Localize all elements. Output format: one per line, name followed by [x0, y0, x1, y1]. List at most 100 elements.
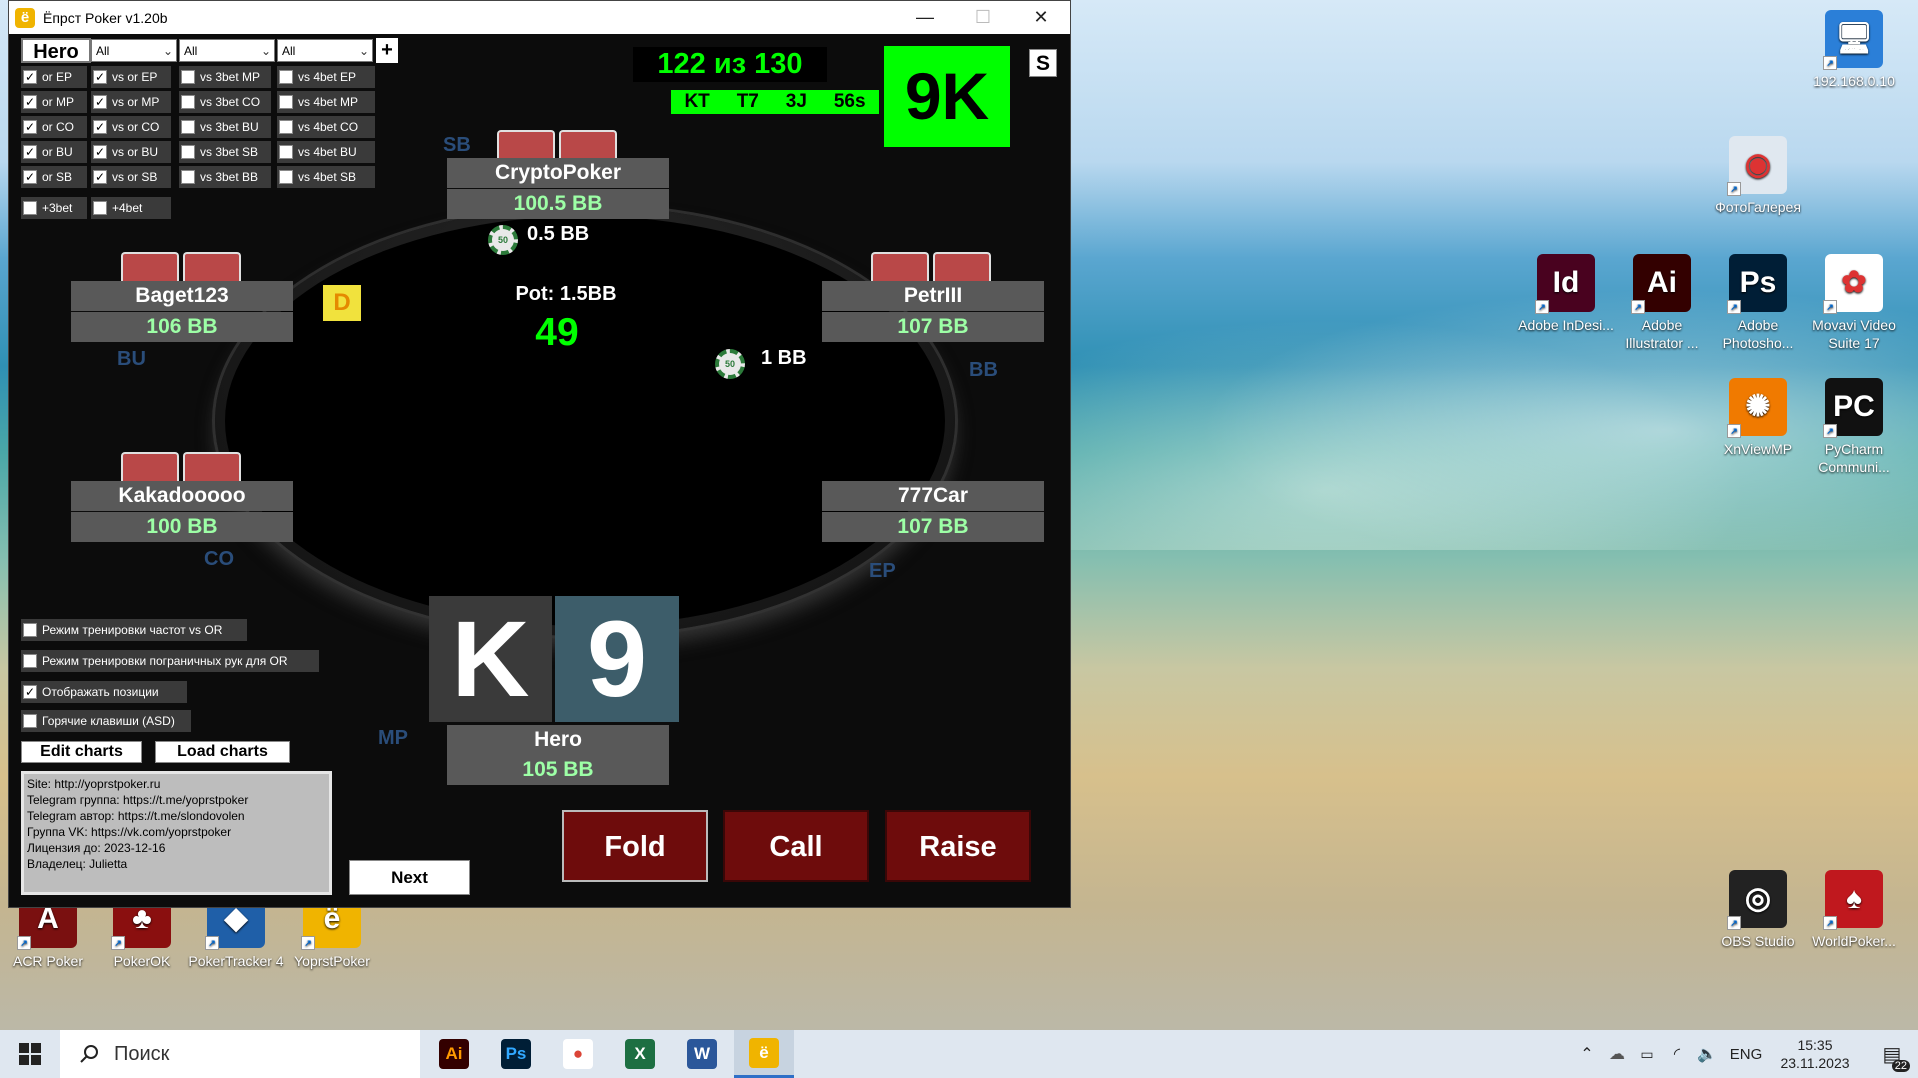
- filter-checkbox-vs-4bet-ep[interactable]: vs 4bet EP: [277, 66, 375, 88]
- start-button[interactable]: [0, 1030, 60, 1078]
- add-filter-button[interactable]: +: [376, 38, 398, 63]
- app-icon: ↗ PC: [1823, 378, 1883, 438]
- checkbox-box: [279, 120, 293, 134]
- taskbar-app-excel[interactable]: X: [610, 1030, 670, 1078]
- option-checkbox-1[interactable]: Режим тренировки частот vs OR: [21, 619, 247, 641]
- filter-dropdown-2[interactable]: All ⌄: [179, 39, 275, 62]
- filter-dropdown-1[interactable]: All ⌄: [91, 39, 177, 62]
- checkbox-box: ✓: [93, 170, 107, 184]
- filter-checkbox-vs-4bet-sb[interactable]: vs 4bet SB: [277, 166, 375, 188]
- player-stack-ep: 107 BB: [822, 512, 1044, 542]
- history-item: T7: [736, 91, 759, 112]
- filter-checkbox-vs-or-sb[interactable]: ✓ vs or SB: [91, 166, 171, 188]
- filter-dropdown-3[interactable]: All ⌄: [277, 39, 373, 62]
- checkbox-box: [181, 95, 195, 109]
- filter-checkbox-vs-or-co[interactable]: ✓ vs or CO: [91, 116, 171, 138]
- cloud-icon[interactable]: ☁: [1604, 1030, 1630, 1078]
- desktop-icon-adobe-photosho[interactable]: ↗ Ps Adobe Photosho...: [1710, 254, 1806, 352]
- app-icon: ↗ Ai: [1631, 254, 1691, 314]
- tray-chevron-icon[interactable]: ⌃: [1576, 1030, 1598, 1078]
- app-icon: ↗ Ps: [1727, 254, 1787, 314]
- minimize-button[interactable]: —: [896, 7, 954, 28]
- filter-checkbox-vs-or-bu[interactable]: ✓ vs or BU: [91, 141, 171, 163]
- app-window: ё Ёпрст Poker v1.20b — ☐ ✕ Hero All ⌄ All…: [8, 0, 1071, 908]
- chevron-down-icon: ⌄: [358, 44, 370, 58]
- next-button[interactable]: Next: [349, 860, 470, 895]
- filter-checkbox-4bet[interactable]: +4bet: [91, 197, 171, 219]
- taskbar-app-chrome[interactable]: ●: [548, 1030, 608, 1078]
- checkbox-label: or BU: [42, 145, 73, 159]
- desktop-icon-192-168-0-10[interactable]: ↗ 🖥 192.168.0.10: [1806, 10, 1902, 90]
- title-bar[interactable]: ё Ёпрст Poker v1.20b — ☐ ✕: [9, 1, 1070, 34]
- filter-checkbox-vs-3bet-sb[interactable]: vs 3bet SB: [179, 141, 271, 163]
- taskbar-app-word[interactable]: W: [672, 1030, 732, 1078]
- filter-checkbox-vs-4bet-co[interactable]: vs 4bet CO: [277, 116, 375, 138]
- poker-table: [225, 216, 945, 626]
- option-checkbox-2[interactable]: Режим тренировки пограничных рук для OR: [21, 650, 319, 672]
- option-checkbox-3[interactable]: ✓ Отображать позиции: [21, 681, 187, 703]
- checkbox-label: vs 4bet BU: [298, 145, 357, 159]
- desktop-icon-movavi-video-suite-17[interactable]: ↗ ✿ Movavi Video Suite 17: [1806, 254, 1902, 352]
- info-line: Site: http://yoprstpoker.ru: [27, 777, 161, 791]
- timer: 49: [521, 310, 593, 356]
- filter-checkbox-vs-3bet-bu[interactable]: vs 3bet BU: [179, 116, 271, 138]
- desktop-icon-obs-studio[interactable]: ↗ ◎ OBS Studio: [1710, 870, 1806, 950]
- filter-checkbox-vs-3bet-bb[interactable]: vs 3bet BB: [179, 166, 271, 188]
- search-placeholder: Поиск: [114, 1042, 170, 1065]
- filter-checkbox-3bet[interactable]: +3bet: [21, 197, 87, 219]
- notifications-button[interactable]: ▤ 22: [1868, 1030, 1916, 1078]
- info-line: Telegram группа: https://t.me/yoprstpoke…: [27, 793, 249, 807]
- wifi-icon[interactable]: ◜: [1664, 1030, 1690, 1078]
- filter-checkbox-or-co[interactable]: ✓ or CO: [21, 116, 87, 138]
- checkbox-label: vs or BU: [112, 145, 159, 159]
- checkbox-box: [181, 120, 195, 134]
- filter-checkbox-vs-3bet-co[interactable]: vs 3bet CO: [179, 91, 271, 113]
- battery-icon[interactable]: ▭: [1634, 1030, 1660, 1078]
- chrome-icon: ●: [563, 1039, 593, 1069]
- info-line: Владелец: Julietta: [27, 857, 128, 871]
- s-button[interactable]: S: [1029, 49, 1057, 77]
- player-name-sb: CryptoPoker: [447, 158, 669, 188]
- desktop-icon-adobe-indesi[interactable]: ↗ Id Adobe InDesi...: [1518, 254, 1614, 334]
- call-button[interactable]: Call: [723, 810, 869, 882]
- filter-checkbox-or-sb[interactable]: ✓ or SB: [21, 166, 87, 188]
- excel-icon: X: [625, 1039, 655, 1069]
- filter-checkbox-vs-4bet-bu[interactable]: vs 4bet BU: [277, 141, 375, 163]
- raise-button[interactable]: Raise: [885, 810, 1031, 882]
- checkbox-box: ✓: [23, 170, 37, 184]
- volume-icon[interactable]: 🔈: [1694, 1030, 1720, 1078]
- filter-checkbox-vs-4bet-mp[interactable]: vs 4bet MP: [277, 91, 375, 113]
- desktop-icon-label: XnViewMP: [1723, 441, 1793, 457]
- info-line: Лицензия до: 2023-12-16: [27, 841, 166, 855]
- taskbar-app-yoprst[interactable]: ё: [734, 1030, 794, 1078]
- checkbox-label: or EP: [42, 70, 73, 84]
- taskbar-app-illustrator[interactable]: Ai: [424, 1030, 484, 1078]
- taskbar-app-photoshop[interactable]: Ps: [486, 1030, 546, 1078]
- checkbox-box: [181, 170, 195, 184]
- clock[interactable]: 15:35 23.11.2023: [1770, 1030, 1860, 1078]
- app-icon: ↗ ✿: [1823, 254, 1883, 314]
- desktop-icon-pycharm-communi[interactable]: ↗ PC PyCharm Communi...: [1806, 378, 1902, 476]
- filter-checkbox-vs-or-ep[interactable]: ✓ vs or EP: [91, 66, 171, 88]
- language-indicator[interactable]: ENG: [1726, 1030, 1766, 1078]
- desktop-icon-adobe-illustrator[interactable]: ↗ Ai Adobe Illustrator ...: [1614, 254, 1710, 352]
- edit-charts-button[interactable]: Edit charts: [21, 741, 142, 763]
- close-button[interactable]: ✕: [1012, 7, 1070, 28]
- filter-checkbox-or-ep[interactable]: ✓ or EP: [21, 66, 87, 88]
- filter-checkbox-or-mp[interactable]: ✓ or MP: [21, 91, 87, 113]
- checkbox-label: vs 3bet CO: [200, 95, 261, 109]
- desktop-icon-xnviewmp[interactable]: ↗ ✺ XnViewMP: [1710, 378, 1806, 458]
- load-charts-button[interactable]: Load charts: [155, 741, 290, 763]
- desktop-icon-label: WorldPoker...: [1812, 933, 1896, 949]
- filter-checkbox-or-bu[interactable]: ✓ or BU: [21, 141, 87, 163]
- maximize-button[interactable]: ☐: [954, 7, 1012, 28]
- filter-checkbox-vs-3bet-mp[interactable]: vs 3bet MP: [179, 66, 271, 88]
- desktop-icon-worldpoker[interactable]: ↗ ♠ WorldPoker...: [1806, 870, 1902, 950]
- desktop-icon-фотогалерея[interactable]: ↗ ◉ ФотоГалерея: [1710, 136, 1806, 216]
- fold-button[interactable]: Fold: [562, 810, 708, 882]
- position-bb: BB: [969, 359, 998, 381]
- filter-checkbox-vs-or-mp[interactable]: ✓ vs or MP: [91, 91, 171, 113]
- search-box[interactable]: Поиск: [60, 1030, 420, 1078]
- option-checkbox-4[interactable]: Горячие клавиши (ASD): [21, 710, 191, 732]
- desktop-icon-label: PokerTracker 4: [188, 953, 284, 969]
